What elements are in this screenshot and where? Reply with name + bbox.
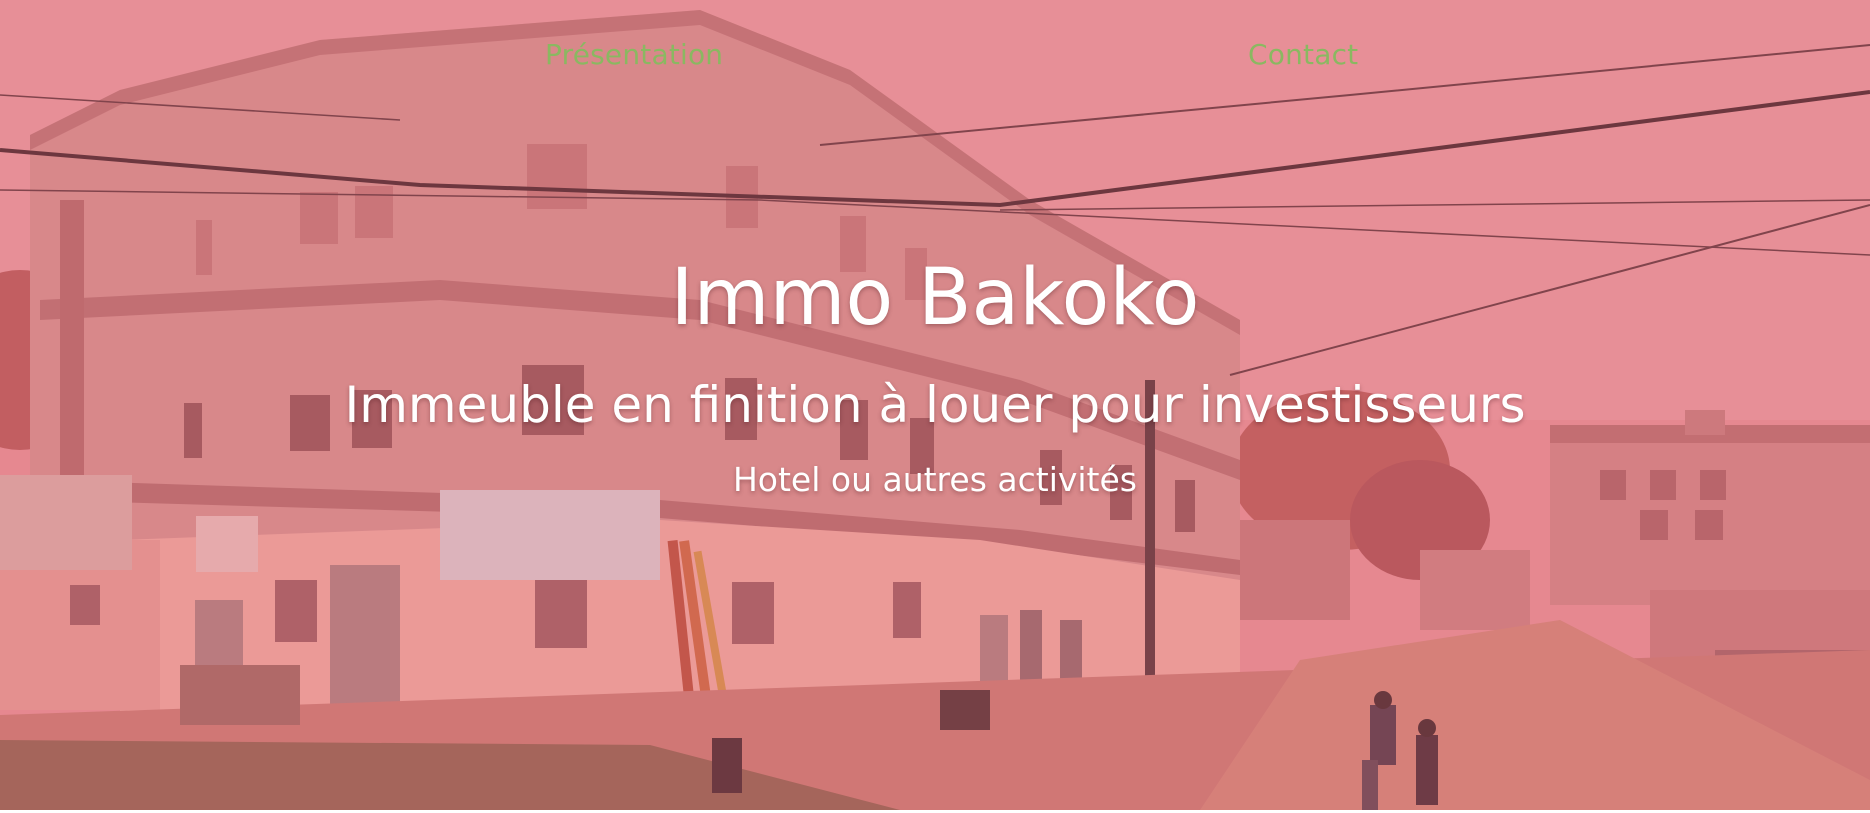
- hero-title: Immo Bakoko: [670, 253, 1200, 343]
- nav-link-presentation[interactable]: Présentation: [545, 38, 723, 71]
- hero-section: Présentation Contact Immo Bakoko Immeubl…: [0, 0, 1870, 810]
- hero-tagline: Hotel ou autres activités: [732, 460, 1137, 499]
- hero-subtitle: Immeuble en finition à louer pour invest…: [344, 376, 1526, 434]
- top-navigation: Présentation Contact: [0, 38, 1870, 82]
- nav-link-contact[interactable]: Contact: [1248, 38, 1358, 71]
